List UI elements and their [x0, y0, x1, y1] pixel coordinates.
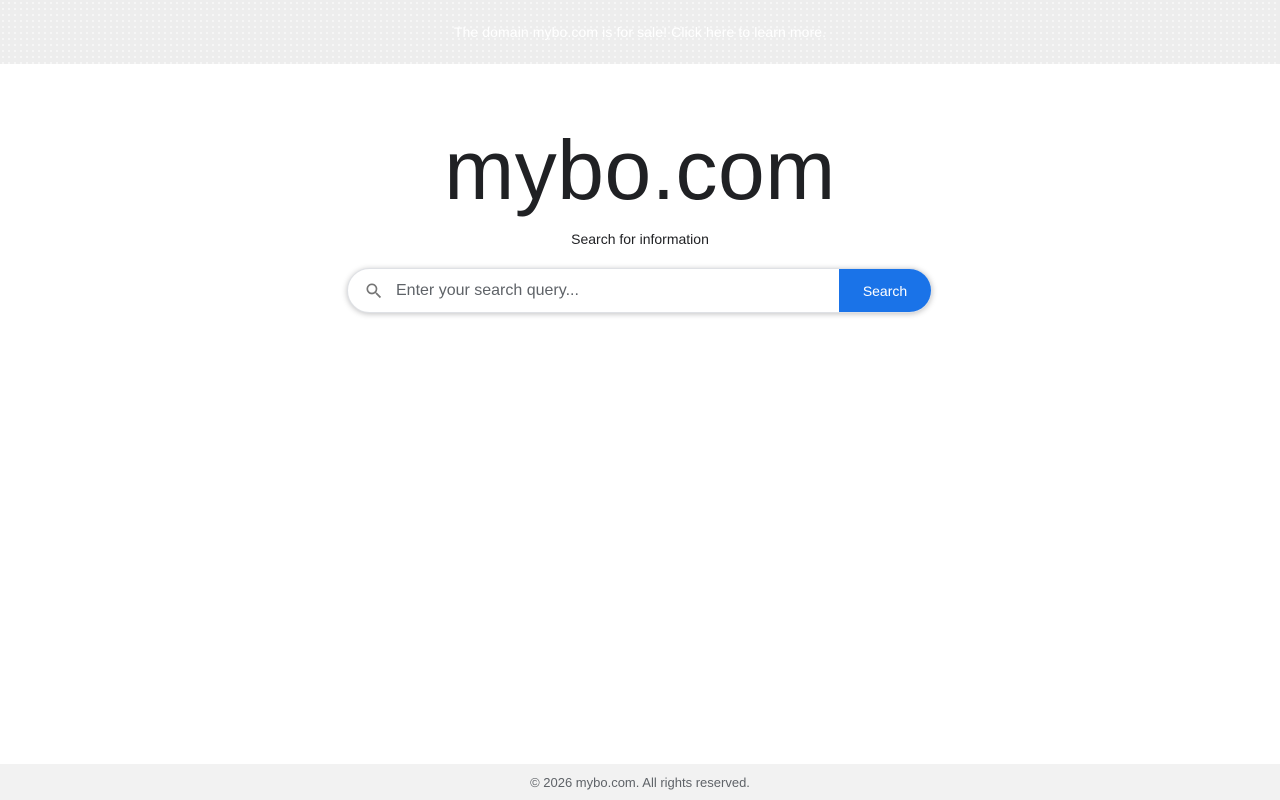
- domain-sale-banner-text: The domain mybo.com is for sale! Click h…: [453, 24, 827, 40]
- search-icon: [364, 281, 384, 301]
- domain-sale-banner[interactable]: The domain mybo.com is for sale! Click h…: [0, 0, 1280, 64]
- search-button[interactable]: Search: [839, 269, 931, 312]
- site-title: mybo.com: [444, 123, 836, 217]
- footer: © 2026 mybo.com. All rights reserved.: [0, 764, 1280, 800]
- page: The domain mybo.com is for sale! Click h…: [0, 0, 1280, 800]
- footer-copyright: © 2026 mybo.com. All rights reserved.: [530, 774, 750, 790]
- site-subtitle: Search for information: [571, 231, 709, 247]
- search-form: Search: [347, 268, 932, 313]
- search-input[interactable]: [396, 269, 839, 312]
